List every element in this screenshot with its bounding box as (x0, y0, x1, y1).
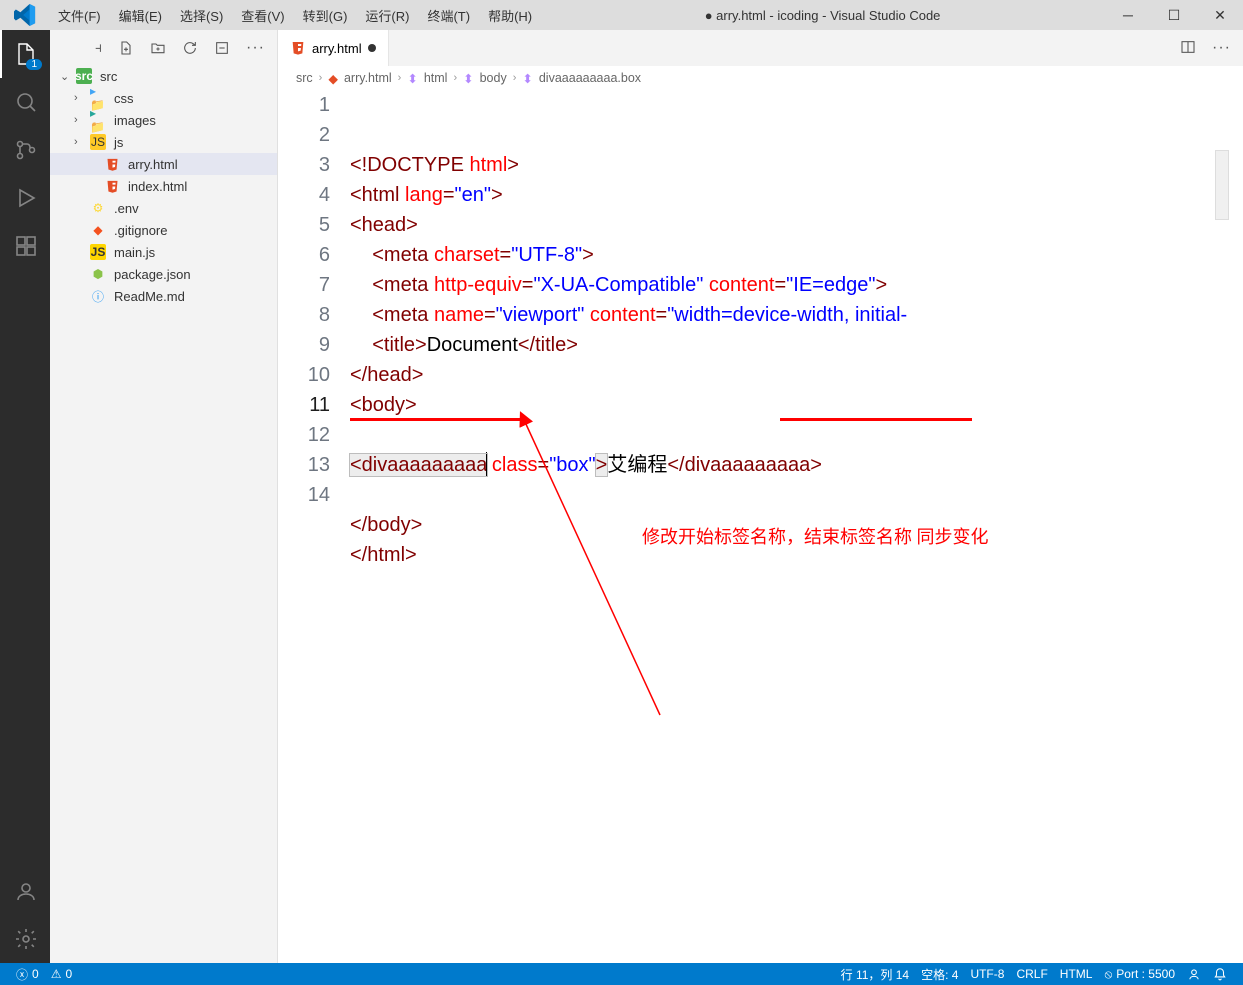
menu-file[interactable]: 文件(F) (50, 2, 109, 29)
toggle-sidebar-icon[interactable]: ⫞ (95, 39, 102, 56)
menu-go[interactable]: 转到(G) (295, 2, 356, 29)
activity-extensions[interactable] (0, 222, 50, 270)
status-lang[interactable]: HTML (1054, 967, 1099, 981)
tree-label: ReadMe.md (114, 289, 185, 304)
new-folder-icon[interactable] (150, 40, 166, 56)
tab-label: arry.html (312, 41, 362, 56)
tree-item[interactable]: ⌄srcsrc (50, 65, 277, 87)
tab-arry-html[interactable]: arry.html (278, 30, 389, 66)
annotation-label: 修改开始标签名称，结束标签名称 同步变化 (642, 522, 989, 552)
code-editor[interactable]: 1234567891011121314 <!DOCTYPE html><html… (278, 90, 1243, 963)
tree-label: images (114, 113, 156, 128)
title-bar: 文件(F) 编辑(E) 选择(S) 查看(V) 转到(G) 运行(R) 终端(T… (0, 0, 1243, 30)
status-errors[interactable]: ⓧ0 (10, 966, 45, 983)
new-file-icon[interactable] (118, 40, 134, 56)
close-button[interactable]: ✕ (1197, 0, 1243, 30)
tree-label: index.html (128, 179, 187, 194)
editor-area: arry.html ··· src › ◆arry.html › ⬍html ›… (278, 30, 1243, 963)
breadcrumb-item[interactable]: divaaaaaaaaa.box (539, 71, 641, 85)
tree-label: package.json (114, 267, 191, 282)
status-spaces[interactable]: 空格: 4 (915, 966, 964, 983)
tree-label: arry.html (128, 157, 178, 172)
activity-debug[interactable] (0, 174, 50, 222)
tab-bar: arry.html ··· (278, 30, 1243, 66)
status-bell[interactable] (1207, 967, 1233, 981)
tree-label: js (114, 135, 123, 150)
more-icon[interactable]: ··· (246, 39, 265, 57)
explorer-header: ⫞ ··· (50, 30, 277, 65)
split-editor-icon[interactable] (1180, 39, 1196, 57)
vscode-logo-icon (0, 4, 50, 26)
activity-account[interactable] (0, 867, 50, 915)
minimap[interactable] (1215, 150, 1229, 220)
tree-item[interactable]: ›JSjs (50, 131, 277, 153)
breadcrumb-item[interactable]: arry.html (344, 71, 392, 85)
element-icon: ⬍ (407, 71, 417, 86)
tree-label: css (114, 91, 134, 106)
explorer-sidebar: ⫞ ··· ⌄srcsrc›▸📁css›▸📁images›JSjs arry.ht… (50, 30, 278, 963)
element-icon: ⬍ (463, 71, 473, 86)
tree-item[interactable]: index.html (50, 175, 277, 197)
status-eol[interactable]: CRLF (1010, 967, 1053, 981)
tree-item[interactable]: JSmain.js (50, 241, 277, 263)
tree-item[interactable]: ›▸📁css (50, 87, 277, 109)
refresh-icon[interactable] (182, 40, 198, 56)
warning-icon: ⚠ (51, 967, 62, 981)
menu-help[interactable]: 帮助(H) (480, 2, 540, 29)
activity-explorer[interactable]: 1 (0, 30, 50, 78)
breadcrumb[interactable]: src › ◆arry.html › ⬍html › ⬍body › ⬍diva… (278, 66, 1243, 90)
dirty-dot-icon (368, 44, 376, 52)
status-ln-col[interactable]: 行 11，列 14 (835, 966, 915, 983)
tree-item[interactable]: ⚙.env (50, 197, 277, 219)
element-icon: ⬍ (522, 71, 532, 86)
tree-label: src (100, 69, 117, 84)
menu-bar: 文件(F) 编辑(E) 选择(S) 查看(V) 转到(G) 运行(R) 终端(T… (50, 2, 540, 29)
file-tree: ⌄srcsrc›▸📁css›▸📁images›JSjs arry.html inde… (50, 65, 277, 307)
tree-item[interactable]: ⓘReadMe.md (50, 285, 277, 307)
tree-item[interactable]: ⬢package.json (50, 263, 277, 285)
tree-label: .gitignore (114, 223, 167, 238)
status-feedback[interactable] (1181, 967, 1207, 981)
tree-item[interactable]: arry.html (50, 153, 277, 175)
tree-item[interactable]: ›▸📁images (50, 109, 277, 131)
activity-settings[interactable] (0, 915, 50, 963)
menu-view[interactable]: 查看(V) (233, 2, 292, 29)
explorer-badge: 1 (26, 59, 42, 70)
breadcrumb-item[interactable]: body (480, 71, 507, 85)
tree-label: main.js (114, 245, 155, 260)
activity-bar: 1 (0, 30, 50, 963)
menu-selection[interactable]: 选择(S) (172, 2, 231, 29)
block-icon: ⦸ (1104, 967, 1112, 982)
html-icon: ◆ (328, 71, 338, 86)
status-port[interactable]: ⦸Port : 5500 (1098, 967, 1181, 982)
error-icon: ⓧ (16, 966, 28, 983)
breadcrumb-item[interactable]: html (424, 71, 448, 85)
menu-run[interactable]: 运行(R) (357, 2, 417, 29)
minimize-button[interactable]: ─ (1105, 0, 1151, 30)
menu-terminal[interactable]: 终端(T) (419, 2, 478, 29)
breadcrumb-item[interactable]: src (296, 71, 313, 85)
activity-search[interactable] (0, 78, 50, 126)
collapse-icon[interactable] (214, 40, 230, 56)
maximize-button[interactable]: ☐ (1151, 0, 1197, 30)
tree-label: .env (114, 201, 139, 216)
status-bar: ⓧ0 ⚠0 行 11，列 14 空格: 4 UTF-8 CRLF HTML ⦸P… (0, 963, 1243, 985)
html-icon (290, 40, 306, 56)
tree-item[interactable]: ◆.gitignore (50, 219, 277, 241)
window-title: ● arry.html - icoding - Visual Studio Co… (540, 8, 1105, 23)
menu-edit[interactable]: 编辑(E) (111, 2, 170, 29)
activity-scm[interactable] (0, 126, 50, 174)
status-warnings[interactable]: ⚠0 (45, 967, 78, 981)
editor-more-icon[interactable]: ··· (1212, 39, 1231, 57)
status-encoding[interactable]: UTF-8 (964, 967, 1010, 981)
